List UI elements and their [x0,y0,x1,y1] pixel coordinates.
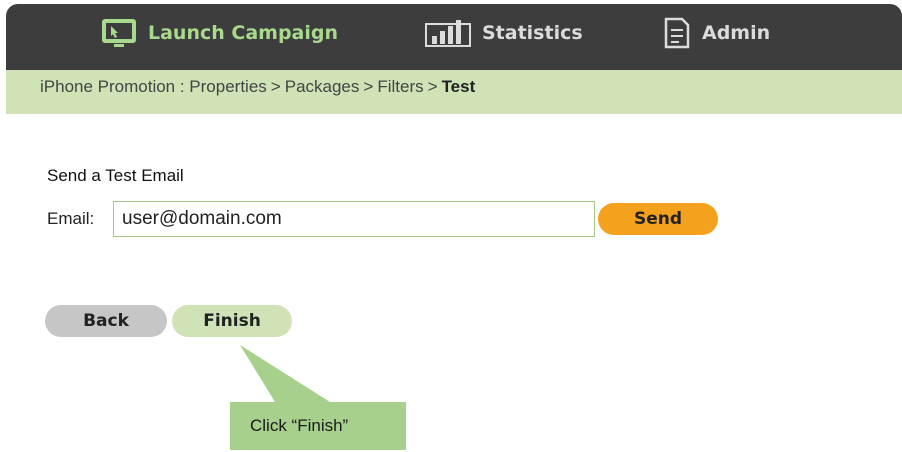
email-label: Email: [47,209,95,228]
finish-button[interactable]: Finish [172,305,292,337]
section-title: Send a Test Email [47,166,184,185]
email-input[interactable] [113,201,595,237]
breadcrumb: iPhone Promotion : Properties > Packages > F… [40,77,475,97]
callout-text: Click “Finish” [250,416,349,435]
nav-statistics[interactable]: Statistics [424,0,583,66]
bar-chart-icon [425,20,471,47]
monitor-cursor-icon [102,19,136,47]
back-button[interactable]: Back [45,305,167,337]
breadcrumb-separator: > [427,77,438,96]
nav-admin[interactable]: Admin [660,0,770,66]
nav-statistics-label: Statistics [482,22,583,44]
breadcrumb-item-filters[interactable]: Filters [377,77,423,96]
nav-launch-campaign[interactable]: Launch Campaign [100,0,338,66]
breadcrumb-current: Test [441,77,476,96]
nav-launch-label: Launch Campaign [148,22,339,44]
breadcrumb-separator: > [363,77,374,96]
breadcrumb-separator: > [270,77,281,96]
document-icon [664,17,690,49]
send-button[interactable]: Send [598,203,718,235]
callout-tooltip: Click “Finish” [230,402,406,450]
nav-admin-label: Admin [702,22,771,44]
breadcrumb-item-properties[interactable]: iPhone Promotion : Properties [40,77,267,96]
breadcrumb-item-packages[interactable]: Packages [285,77,360,96]
